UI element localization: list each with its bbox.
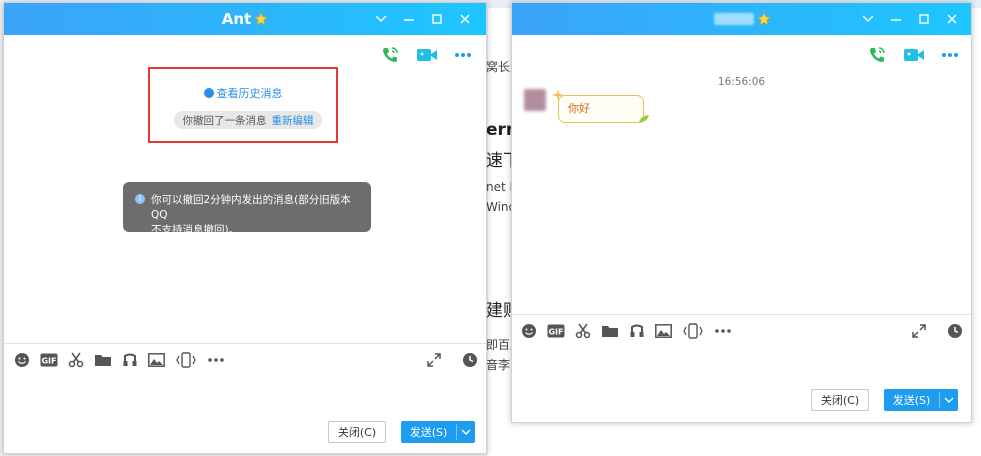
video-call-icon[interactable] (416, 47, 438, 63)
star-icon (756, 12, 771, 26)
info-icon: i (135, 194, 145, 204)
image-icon[interactable] (148, 353, 165, 367)
tip-line: 你可以撤回2分钟内发出的消息(部分旧版本QQ (151, 194, 351, 221)
minimize-icon[interactable] (402, 12, 416, 26)
voice-call-icon[interactable] (867, 45, 887, 65)
leaf-icon (638, 113, 650, 127)
folder-icon[interactable] (94, 353, 112, 367)
recall-tip: i 你可以撤回2分钟内发出的消息(部分旧版本QQ 不支持消息撤回)。 (123, 182, 371, 236)
gif-icon[interactable]: GIF (547, 324, 565, 338)
scissors-icon[interactable] (68, 352, 84, 368)
image-icon[interactable] (655, 324, 672, 338)
expand-icon[interactable] (426, 352, 442, 371)
chat-window-ant: Ant 查看历史消息 你撤回了一条消息 重新编辑 i 你可以撤回2分钟内发出的消… (3, 2, 487, 454)
video-call-icon[interactable] (903, 47, 925, 63)
contact-name: Ant (221, 10, 252, 28)
history-link-label: 查看历史消息 (216, 87, 283, 100)
close-button[interactable]: 关闭(C) (328, 421, 386, 443)
close-icon[interactable] (458, 12, 472, 26)
send-button-label[interactable]: 发送(S) (884, 392, 940, 408)
minimize-icon[interactable] (889, 12, 903, 26)
send-button[interactable]: 发送(S) (884, 389, 958, 411)
input-toolbar: GIF (14, 352, 225, 368)
send-button-label[interactable]: 发送(S) (401, 424, 457, 440)
titlebar[interactable]: Ant (4, 3, 486, 35)
message-bubble[interactable]: 你好 (558, 95, 644, 123)
send-options-icon[interactable] (940, 397, 958, 403)
clock-icon (203, 88, 214, 98)
recall-notice-text: 你撤回了一条消息 (182, 114, 267, 127)
history-link[interactable]: 查看历史消息 (150, 85, 336, 101)
input-divider (512, 314, 971, 315)
history-clock-icon[interactable] (947, 323, 963, 342)
shake-icon[interactable] (175, 352, 197, 368)
tip-line: 不支持消息撤回)。 (151, 224, 240, 236)
title-area (702, 3, 782, 35)
more-icon[interactable] (207, 357, 225, 363)
svg-text:GIF: GIF (41, 357, 56, 366)
expand-icon[interactable] (911, 323, 927, 342)
input-divider (4, 343, 486, 344)
gif-icon[interactable]: GIF (40, 353, 58, 367)
contact-name-redacted (713, 13, 754, 25)
message-timestamp: 16:56:06 (717, 76, 766, 88)
reedit-link[interactable]: 重新编辑 (272, 113, 314, 128)
avatar[interactable] (524, 89, 546, 111)
maximize-icon[interactable] (430, 12, 444, 26)
svg-text:GIF: GIF (548, 328, 563, 337)
emoji-icon[interactable] (14, 352, 30, 368)
folder-icon[interactable] (601, 324, 619, 338)
chat-window-recipient: 16:56:06 你好 GIF 关闭(C) 发送(S) (511, 2, 972, 423)
recall-notice: 你撤回了一条消息 重新编辑 (174, 111, 322, 129)
close-button[interactable]: 关闭(C) (811, 389, 869, 411)
history-clock-icon[interactable] (462, 352, 478, 371)
send-button[interactable]: 发送(S) (401, 421, 475, 443)
music-icon[interactable] (629, 323, 645, 339)
shake-icon[interactable] (682, 323, 704, 339)
chevron-down-icon[interactable] (861, 12, 875, 26)
star-icon (254, 12, 268, 26)
more-icon[interactable] (941, 52, 959, 58)
input-toolbar: GIF (521, 323, 732, 339)
chevron-down-icon[interactable] (374, 12, 388, 26)
emoji-icon[interactable] (521, 323, 537, 339)
music-icon[interactable] (122, 352, 138, 368)
voice-call-icon[interactable] (380, 45, 400, 65)
more-icon[interactable] (454, 52, 472, 58)
titlebar[interactable] (512, 3, 971, 35)
recall-highlight-box: 查看历史消息 你撤回了一条消息 重新编辑 (148, 67, 338, 143)
send-options-icon[interactable] (457, 429, 475, 435)
close-icon[interactable] (945, 12, 959, 26)
more-icon[interactable] (714, 328, 732, 334)
scissors-icon[interactable] (575, 323, 591, 339)
maximize-icon[interactable] (917, 12, 931, 26)
